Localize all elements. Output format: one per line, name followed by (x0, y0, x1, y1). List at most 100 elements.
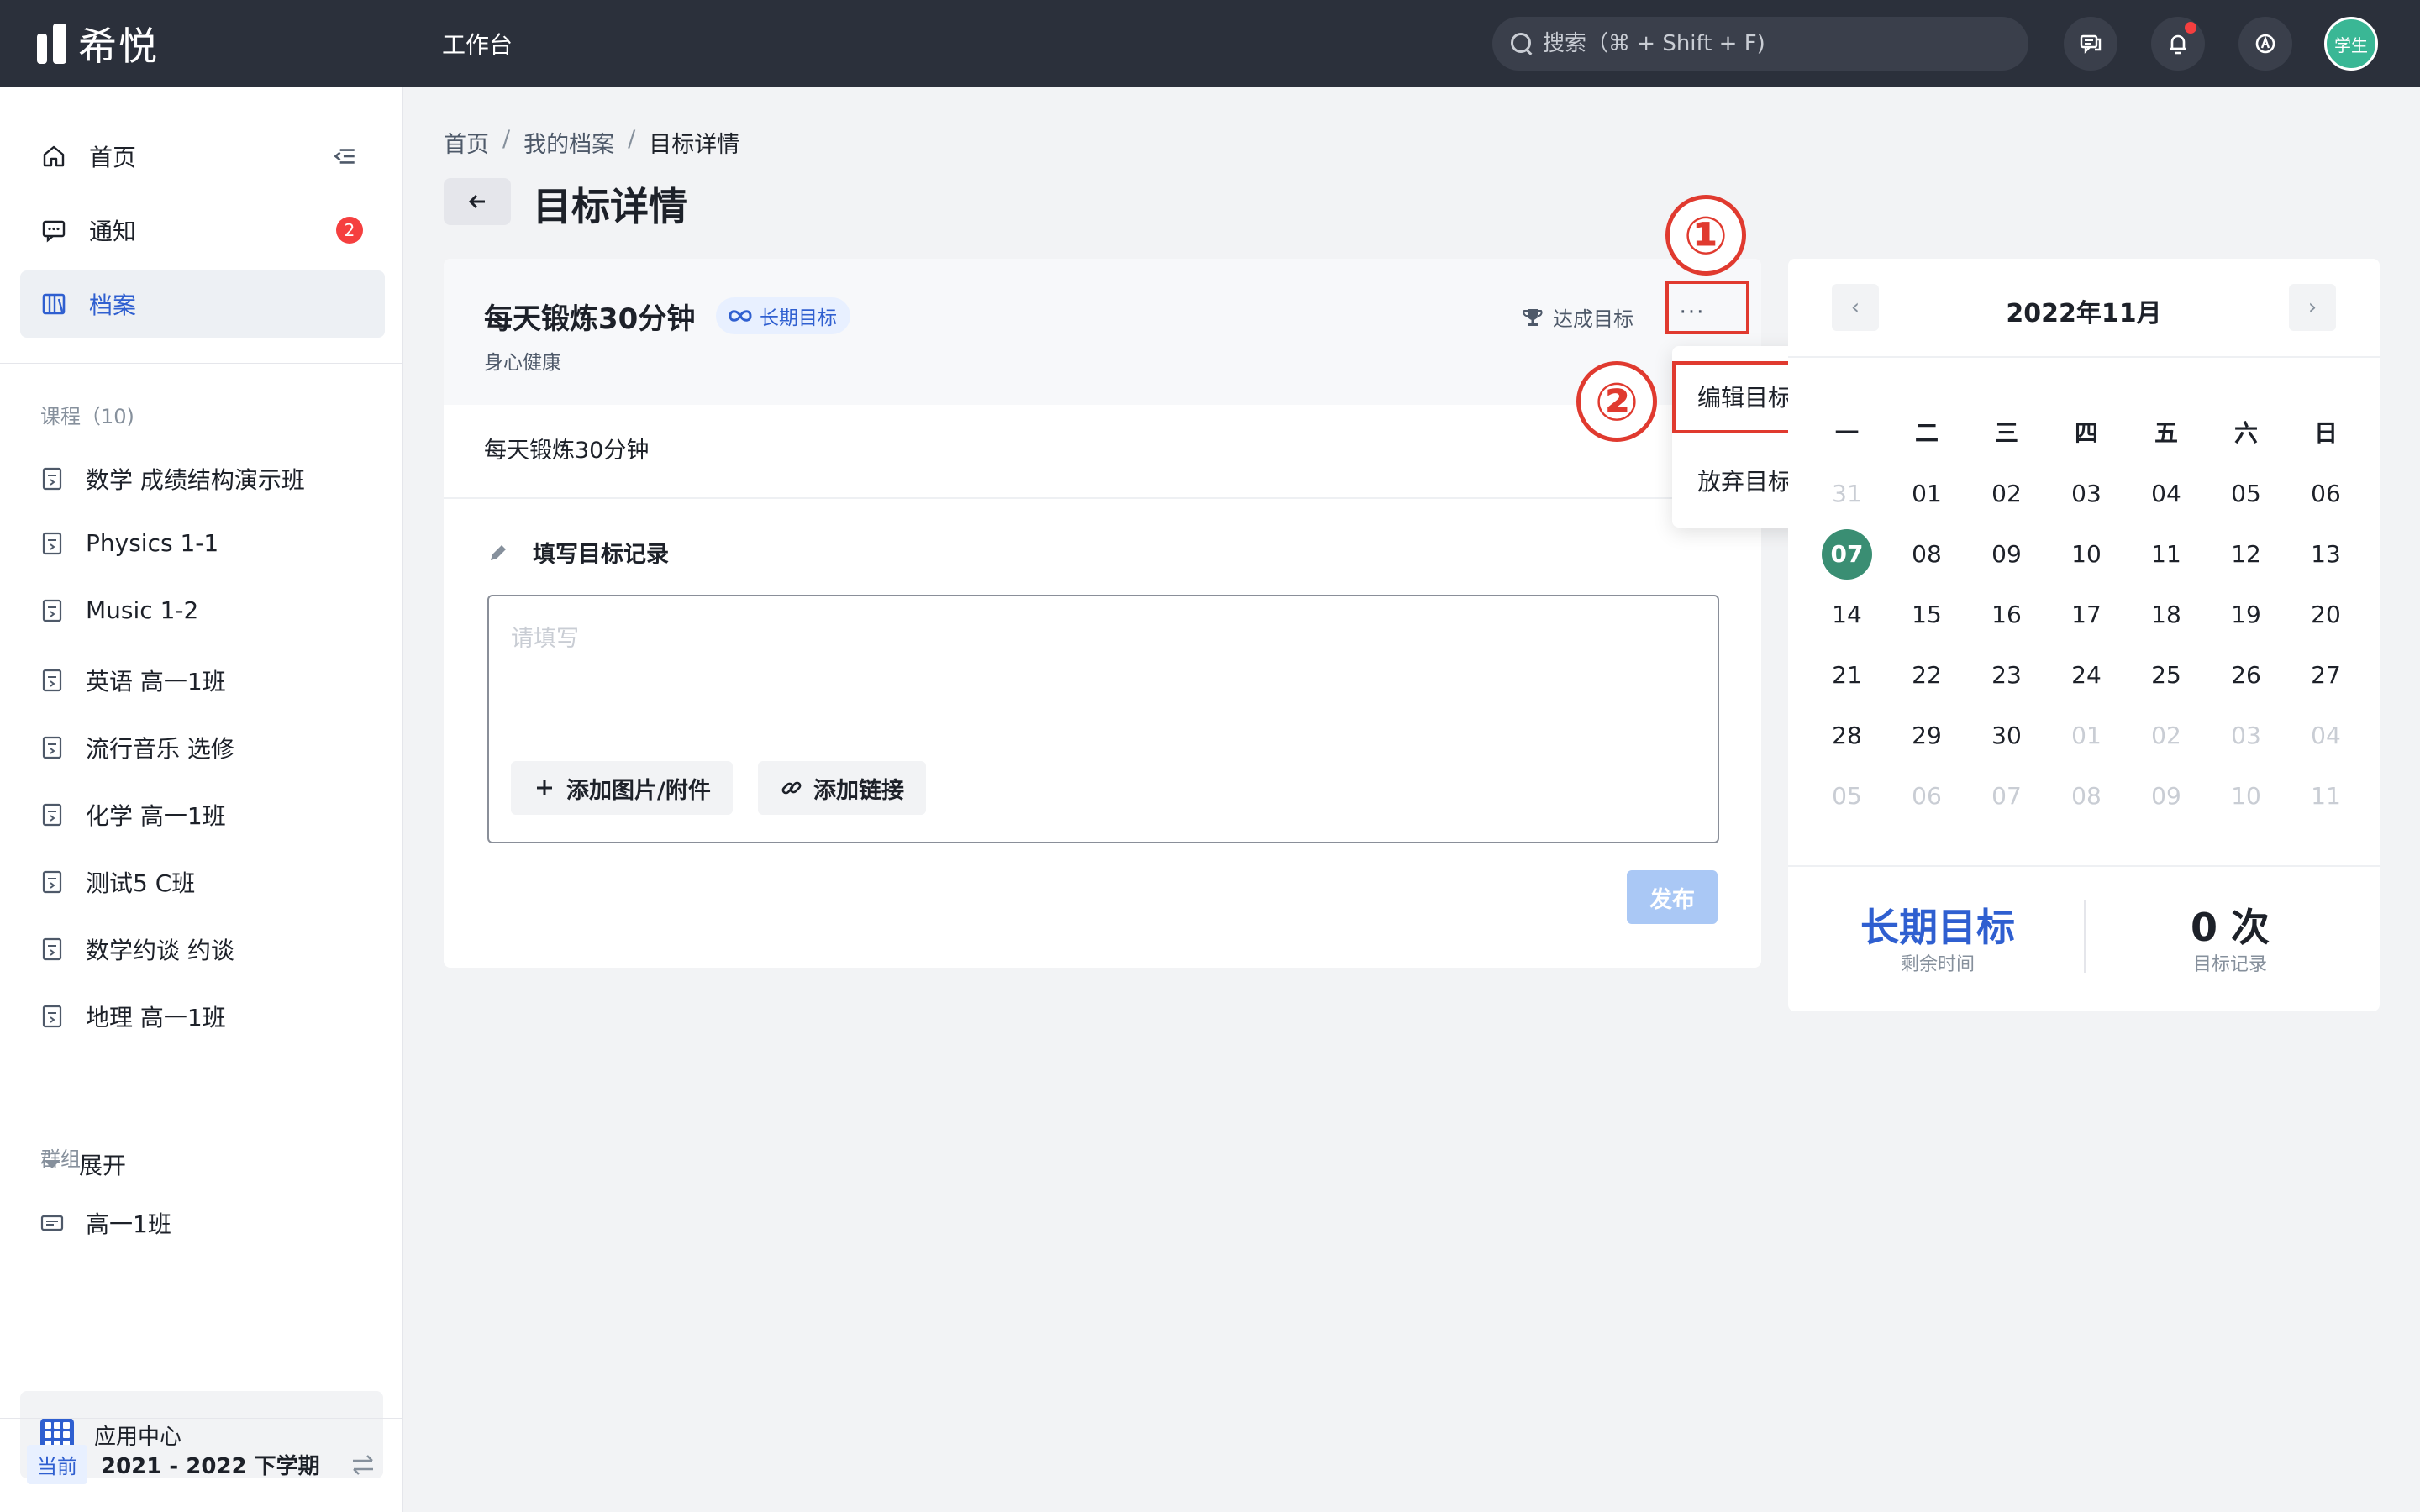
calendar-day[interactable]: 01 (2061, 711, 2112, 761)
app-logo[interactable]: 希悦 (37, 20, 159, 69)
user-avatar[interactable]: 学生 (2324, 17, 2378, 71)
calendar-day[interactable]: 12 (2221, 529, 2271, 580)
add-attachment-button[interactable]: 添加图片/附件 (511, 761, 733, 815)
calendar-day[interactable]: 21 (1822, 650, 1872, 701)
term-selector[interactable]: 当前 2021 - 2022 下学期 (27, 1445, 320, 1484)
sidebar-course-item[interactable]: 英语 高一1班 (40, 664, 226, 697)
sidebar-course-item[interactable]: 测试5 C班 (40, 865, 195, 899)
calendar-day[interactable]: 11 (2141, 529, 2191, 580)
calendar-day[interactable]: 02 (1981, 469, 2032, 519)
sidebar-item-notifications[interactable]: 通知 2 (20, 197, 385, 264)
calendar-day[interactable]: 11 (2301, 771, 2351, 822)
workbench-link[interactable]: 工作台 (442, 27, 513, 60)
pencil-icon (491, 544, 506, 560)
collapse-sidebar-icon[interactable] (331, 143, 358, 170)
record-section-title: 填写目标记录 (487, 536, 669, 569)
sidebar-item-archive[interactable]: 档案 (20, 270, 385, 338)
expand-label: 展开 (79, 1152, 127, 1179)
calendar-day[interactable]: 29 (1902, 711, 1952, 761)
calendar-weekday: 日 (2313, 419, 2338, 447)
calendar-day[interactable]: 10 (2061, 529, 2112, 580)
calendar-day[interactable]: 27 (2301, 650, 2351, 701)
sidebar-course-item[interactable]: 地理 高一1班 (40, 1000, 226, 1033)
course-book-icon (42, 669, 62, 692)
calendar-day[interactable]: 16 (1981, 590, 2032, 640)
search-input[interactable] (1543, 31, 2013, 56)
calendar-day[interactable]: 30 (1981, 711, 2032, 761)
groups-section-title: 群组 (40, 1147, 81, 1171)
record-count-value: 0 次 (2190, 905, 2270, 950)
course-label: Music 1-2 (86, 596, 199, 624)
calendar-day[interactable]: 01 (1902, 469, 1952, 519)
record-textarea[interactable] (511, 620, 1687, 721)
calendar-day[interactable]: 04 (2141, 469, 2191, 519)
calendar-day[interactable]: 08 (1902, 529, 1952, 580)
calendar-day[interactable]: 17 (2061, 590, 2112, 640)
sidebar-course-item[interactable]: 化学 高一1班 (40, 798, 226, 832)
search-bar[interactable] (1492, 17, 2028, 71)
calendar-day[interactable]: 03 (2221, 711, 2271, 761)
calendar-day[interactable]: 24 (2061, 650, 2112, 701)
calendar-weekday: 六 (2233, 419, 2258, 447)
course-book-icon (42, 803, 62, 827)
sidebar-course-item[interactable]: Music 1-2 (40, 596, 198, 624)
compass-icon (2255, 34, 2275, 54)
swap-icon[interactable] (350, 1452, 376, 1478)
notification-button[interactable] (2151, 17, 2205, 71)
calendar-day[interactable]: 05 (1822, 771, 1872, 822)
calendar-day[interactable]: 06 (1902, 771, 1952, 822)
course-book-icon (42, 467, 62, 491)
calendar-day[interactable]: 23 (1981, 650, 2032, 701)
calendar-day[interactable]: 15 (1902, 590, 1952, 640)
calendar-day[interactable]: 20 (2301, 590, 2351, 640)
calendar-day[interactable]: 07 (1981, 771, 2032, 822)
calendar-day[interactable]: 05 (2221, 469, 2271, 519)
calendar-day[interactable]: 14 (1822, 590, 1872, 640)
breadcrumb-current: 目标详情 (649, 132, 740, 158)
calendar-day[interactable]: 09 (2141, 771, 2191, 822)
calendar-day[interactable]: 08 (2061, 771, 2112, 822)
sidebar-item-home[interactable]: 首页 (20, 123, 385, 190)
sidebar-course-item[interactable]: 数学 成绩结构演示班 (40, 462, 305, 496)
calendar-day[interactable]: 04 (2301, 711, 2351, 761)
calendar-day[interactable]: 02 (2141, 711, 2191, 761)
remaining-time-value: 长期目标 (1860, 905, 2015, 950)
calendar-day-today[interactable]: 07 (1822, 529, 1872, 580)
stat-divider (2084, 900, 2086, 973)
calendar-day[interactable]: 18 (2141, 590, 2191, 640)
next-month-button[interactable]: › (2289, 284, 2336, 331)
infinity-icon (729, 310, 752, 322)
calendar-day[interactable]: 13 (2301, 529, 2351, 580)
back-button[interactable] (444, 178, 511, 225)
calendar-day[interactable]: 31 (1822, 469, 1872, 519)
calendar-day[interactable]: 19 (2221, 590, 2271, 640)
calendar-day[interactable]: 28 (1822, 711, 1872, 761)
calendar-day[interactable]: 03 (2061, 469, 2112, 519)
calendar-day[interactable]: 25 (2141, 650, 2191, 701)
calendar-day[interactable]: 06 (2301, 469, 2351, 519)
sidebar-course-item[interactable]: 流行音乐 选修 (40, 731, 234, 764)
archive-icon (42, 293, 66, 315)
sidebar-course-item[interactable]: 数学约谈 约谈 (40, 932, 234, 966)
chat-button[interactable] (2064, 17, 2118, 71)
sidebar-course-item[interactable]: Physics 1-1 (40, 529, 218, 557)
achieve-goal-button[interactable]: 达成目标 (1521, 302, 1634, 332)
home-icon (43, 145, 65, 167)
sidebar-group-item[interactable]: 高一1班 (40, 1206, 171, 1240)
achieve-goal-label: 达成目标 (1553, 307, 1634, 331)
calendar-day[interactable]: 26 (2221, 650, 2271, 701)
course-book-icon (42, 736, 62, 759)
calendar-day[interactable]: 22 (1902, 650, 1952, 701)
calendar-weekday: 五 (2154, 419, 2178, 447)
add-link-button[interactable]: 添加链接 (758, 761, 926, 815)
record-count-label: 目标记录 (2192, 954, 2267, 975)
calendar-day[interactable]: 10 (2221, 771, 2271, 822)
abandon-goal-menu-item[interactable]: 放弃目标 (1697, 464, 1791, 497)
breadcrumb-home[interactable]: 首页 (444, 126, 489, 159)
calendar-day[interactable]: 09 (1981, 529, 2032, 580)
app-switch-button[interactable] (2238, 17, 2292, 71)
calendar-weekday: 二 (1914, 419, 1939, 447)
publish-button[interactable]: 发布 (1627, 870, 1718, 924)
course-book-icon (42, 599, 62, 622)
breadcrumb-my-archive[interactable]: 我的档案 (523, 126, 614, 159)
